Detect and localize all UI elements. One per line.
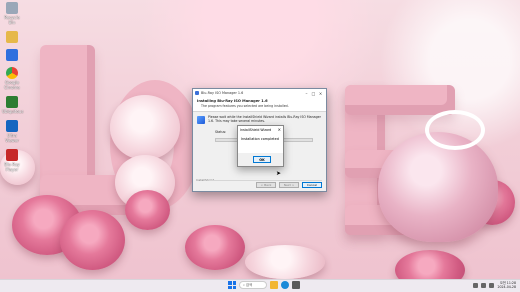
wallpaper-letter-e-top [345,85,455,115]
status-label: Status: [215,130,227,134]
close-icon[interactable]: × [317,91,324,96]
desktop-icon-ultraviewer[interactable]: Ultra Viewer [2,120,22,143]
completion-dialog: InstallShield Wizard × Installation comp… [237,125,284,167]
clock[interactable]: 오전 11:28 2024-04-28 [497,281,516,289]
clock-date: 2024-04-28 [497,285,516,289]
wallpaper-rose [245,245,325,279]
dialog-titlebar[interactable]: InstallShield Wizard × [238,126,283,133]
wallpaper-rose [110,95,180,160]
app-icon [6,149,18,161]
search-placeholder: 검색 [245,282,253,287]
desktop-icon-folder[interactable] [2,31,22,43]
desktop-icon-ubiquitous[interactable]: Ubiquitous [2,96,24,114]
start-button[interactable] [228,281,236,289]
window-title: Blu-Ray ISO Manager 1.6 [201,91,244,95]
volume-icon[interactable] [489,282,495,288]
chevron-up-icon[interactable] [473,282,479,288]
header-subtitle: The program features you selected are be… [201,104,289,108]
app-icon [6,49,18,61]
search-icon: ⌕ [243,282,245,287]
installer-icon [197,116,205,124]
maximize-icon[interactable]: □ [310,91,317,96]
wallpaper-rose [125,190,170,230]
app-icon[interactable] [292,281,300,289]
desktop-icon-recycle-bin[interactable]: Recycle Bin [2,2,22,25]
installer-header: Installing Blu-Ray ISO Manager 1.6 The p… [193,97,326,112]
chrome-icon [6,67,18,79]
recycle-bin-icon [6,2,18,14]
footer-divider [209,180,322,181]
taskbar-center: ⌕ 검색 [228,281,300,289]
next-button[interactable]: Next > [279,182,299,188]
mouse-pointer-icon: ➤ [276,170,282,177]
wallpaper-rose [60,210,125,270]
header-title: Installing Blu-Ray ISO Manager 1.6 [197,99,268,103]
desktop-icon-label: Ultra Viewer [5,133,19,143]
wallpaper-rose [185,225,245,270]
edge-icon[interactable] [281,281,289,289]
desktop-icon-label: Blu-Ray Player [4,162,20,172]
desktop-icon-app[interactable] [2,49,22,61]
cancel-button[interactable]: Cancel [302,182,322,188]
dialog-footer: OK [238,153,283,166]
desktop-icon-label: Ubiquitous [2,109,24,114]
wallpaper-heart [378,132,498,242]
wallpaper-rose [395,250,465,279]
wallpaper-ribbon [425,110,485,150]
installer-titlebar[interactable]: Blu-Ray ISO Manager 1.6 – □ × [193,89,326,97]
app-icon [6,120,18,132]
close-icon[interactable]: × [278,127,281,132]
desktop-icon-bluray[interactable]: Blu-Ray Player [2,149,22,172]
app-icon [6,96,18,108]
taskbar-search[interactable]: ⌕ 검색 [239,281,267,289]
file-explorer-icon[interactable] [270,281,278,289]
ok-button[interactable]: OK [253,156,271,163]
system-tray: 오전 11:28 2024-04-28 [473,281,516,289]
network-icon[interactable] [481,282,487,288]
desktop-icon-label: Google Chrome [4,80,20,90]
app-icon [195,91,199,95]
desktop-icon-label: Recycle Bin [4,15,20,25]
minimize-icon[interactable]: – [303,91,310,96]
dialog-message: Installation completed [241,137,279,141]
dialog-title: InstallShield Wizard [240,127,272,132]
taskbar: ⌕ 검색 오전 11:28 2024-04-28 [0,279,520,292]
desktop-icon-chrome[interactable]: Google Chrome [2,67,22,90]
folder-icon [6,31,18,43]
body-text: Please wait while the InstallShield Wiza… [208,115,321,123]
desktop-icons: Recycle Bin Google Chrome Ubiquitous Ult… [2,2,24,178]
back-button[interactable]: < Back [256,182,276,188]
